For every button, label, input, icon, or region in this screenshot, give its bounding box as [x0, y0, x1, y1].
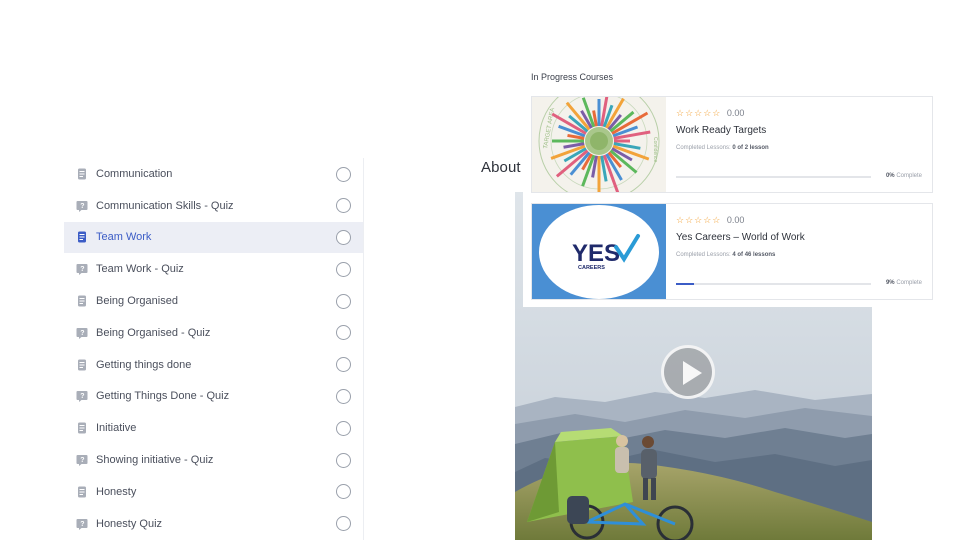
lesson-document-icon [76, 295, 88, 307]
quiz-icon: ? [76, 454, 88, 467]
lesson-label: Getting Things Done - Quiz [96, 390, 230, 403]
complete-label: Complete [896, 280, 922, 286]
lesson-item[interactable]: Communication [64, 158, 363, 190]
course-title[interactable]: Yes Careers – World of Work [676, 232, 805, 243]
lessons-prefix: Completed Lessons: [676, 252, 731, 258]
svg-text:?: ? [80, 521, 84, 528]
in-progress-courses-panel: In Progress Courses TARGET AREA Confiden… [523, 60, 941, 307]
quiz-icon: ? [76, 518, 88, 530]
lesson-label: Initiative [96, 422, 137, 435]
star-rating-icon: ☆☆☆☆☆ [676, 215, 722, 225]
radial-target-chart-icon: TARGET AREA Confidence [532, 97, 666, 192]
lesson-document-icon [76, 231, 88, 243]
lesson-document-icon [76, 422, 88, 434]
svg-text:?: ? [80, 394, 84, 401]
completion-status-circle-icon[interactable] [336, 293, 351, 309]
percent-value: 9% [885, 280, 895, 286]
lesson-item[interactable]: Team Work [64, 221, 363, 254]
lesson-label: Team Work - Quiz [96, 263, 184, 276]
svg-text:Confidence: Confidence [652, 137, 658, 163]
course-rating: ☆☆☆☆☆ 0.00 [676, 108, 744, 119]
rating-value: 0.00 [726, 215, 745, 225]
course-card-yes-careers[interactable]: YES CAREERS ☆☆☆☆☆ 0.00 Yes Careers – Wor… [531, 203, 933, 300]
quiz-icon: ? [76, 390, 88, 403]
lesson-document-icon [76, 486, 88, 498]
completion-status-circle-icon[interactable] [336, 516, 351, 532]
svg-text:?: ? [80, 266, 84, 273]
lesson-item[interactable]: ? Communication Skills - Quiz [64, 190, 363, 222]
completion-status-circle-icon[interactable] [336, 452, 351, 468]
lesson-label: Honesty [96, 485, 137, 498]
svg-text:?: ? [80, 203, 84, 210]
lesson-item[interactable]: ? Being Organised - Quiz [64, 317, 363, 349]
completion-status-circle-icon[interactable] [336, 420, 351, 436]
lesson-item[interactable]: ? Getting Things Done - Quiz [64, 381, 363, 413]
lesson-item[interactable]: ? Team Work - Quiz [64, 253, 363, 285]
lesson-item[interactable]: Initiative [64, 412, 363, 444]
percent-value: 0% [885, 173, 895, 179]
svg-text:YES: YES [572, 240, 620, 267]
lesson-document-icon [76, 359, 88, 371]
progress-percent: 9% Complete [886, 280, 922, 286]
svg-text:?: ? [80, 330, 84, 337]
lesson-item[interactable]: ? Showing initiative - Quiz [64, 444, 363, 476]
lesson-label: Communication [96, 167, 173, 180]
course-rating: ☆☆☆☆☆ 0.00 [676, 215, 744, 226]
about-heading: About [481, 159, 521, 176]
complete-label: Complete [896, 173, 922, 179]
lesson-item[interactable]: Getting things done [64, 349, 363, 381]
lesson-label: Being Organised [96, 295, 178, 308]
lesson-label: Showing initiative - Quiz [96, 454, 214, 467]
lesson-item[interactable]: Honesty [64, 476, 363, 508]
completion-status-circle-icon[interactable] [336, 261, 351, 277]
progress-bar [676, 283, 871, 285]
lesson-label: Being Organised - Quiz [96, 326, 211, 339]
lesson-label: Honesty Quiz [96, 517, 163, 530]
quiz-icon: ? [76, 200, 88, 212]
course-lessons-completed: Completed Lessons: 4 of 46 lessons [676, 252, 775, 258]
completion-status-circle-icon[interactable] [336, 198, 351, 214]
progress-percent: 0% Complete [886, 173, 922, 179]
play-button[interactable] [661, 345, 715, 399]
yes-careers-logo-icon: YES CAREERS [532, 204, 666, 299]
svg-text:CAREERS: CAREERS [578, 265, 605, 271]
lessons-prefix: Completed Lessons: [676, 145, 731, 151]
completion-status-circle-icon[interactable] [336, 389, 351, 405]
quiz-icon: ? [76, 327, 88, 339]
progress-fill [676, 283, 694, 285]
course-title[interactable]: Work Ready Targets [676, 125, 766, 136]
svg-text:?: ? [80, 457, 84, 464]
lesson-document-icon [76, 168, 88, 180]
completion-status-circle-icon[interactable] [336, 166, 351, 182]
course-thumbnail: TARGET AREA Confidence [532, 97, 666, 192]
lessons-value: 4 of 46 lessons [732, 252, 776, 258]
in-progress-title: In Progress Courses [531, 72, 614, 82]
progress-bar [676, 176, 871, 178]
completion-status-circle-icon[interactable] [336, 325, 351, 341]
lesson-item[interactable]: Being Organised [64, 285, 363, 317]
lessons-value: 0 of 2 lesson [732, 145, 769, 151]
completion-status-circle-icon[interactable] [336, 484, 351, 500]
lesson-list: Communication? Communication Skills - Qui… [64, 158, 364, 540]
course-lessons-completed: Completed Lessons: 0 of 2 lesson [676, 145, 769, 151]
rating-value: 0.00 [726, 108, 745, 118]
lesson-label: Getting things done [96, 358, 192, 371]
completion-status-circle-icon[interactable] [336, 357, 351, 373]
lesson-label: Team Work [96, 231, 152, 244]
quiz-icon: ? [76, 263, 88, 276]
course-card-work-ready-targets[interactable]: TARGET AREA Confidence ☆☆☆☆☆ 0.00 Work R… [531, 96, 933, 193]
course-thumbnail: YES CAREERS [532, 204, 666, 299]
star-rating-icon: ☆☆☆☆☆ [676, 108, 722, 118]
lesson-item[interactable]: ? Honesty Quiz [64, 508, 363, 540]
lesson-label: Communication Skills - Quiz [96, 199, 234, 212]
completion-status-circle-icon[interactable] [336, 230, 351, 246]
